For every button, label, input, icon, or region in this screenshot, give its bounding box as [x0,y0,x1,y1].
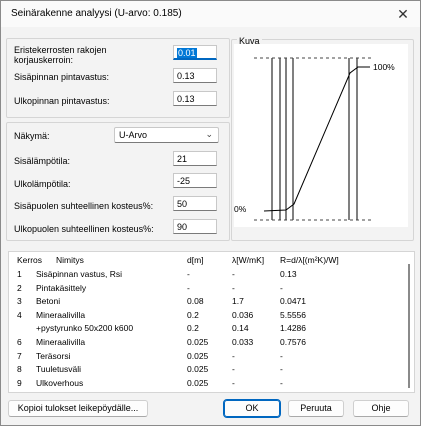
cell-d: 0.025 [187,364,209,375]
cell-kerros: 9 [17,377,22,388]
cell-r: - [280,282,283,293]
results-table: Kerros Nimitys d[m] λ[W/mK] R=d/λ[(m²K)/… [8,251,415,393]
cell-r: 0.7576 [280,337,306,347]
outer-resistance-label: Ulkopinnan pintavastus: [14,96,110,106]
chevron-down-icon: ⌄ [205,129,213,139]
cell-r: 5.5556 [280,309,306,320]
cell-lambda: 0.036 [232,309,254,320]
correction-value: 0.01 [177,48,197,58]
table-row[interactable]: +pystyrunko 50x200 k600 0.2 0.14 1.4286 [9,323,399,334]
outer-temp-input[interactable]: -25 [173,173,217,188]
header-r: R=d/λ[(m²K)/W] [280,255,339,265]
cell-lambda: - [232,364,235,375]
cell-nimitys: Pintakäsittely [36,282,87,293]
cell-d: 0.08 [187,296,204,307]
cell-d: 0.025 [187,337,209,347]
inner-temp-input[interactable]: 21 [173,151,217,166]
table-row[interactable]: 4 Mineraalivilla 0.2 0.036 5.5556 [9,310,399,321]
cancel-button[interactable]: Peruuta [288,400,344,417]
table-row[interactable]: 8 Tuuletusväli 0.025 - - [9,364,399,375]
cell-nimitys: +pystyrunko 50x200 k600 [36,323,134,334]
cell-lambda: - [232,269,235,279]
label-0-percent: 0% [234,204,247,214]
header-lambda: λ[W/mK] [232,255,265,265]
cell-d: - [187,269,190,279]
cell-kerros: 6 [17,337,22,347]
cell-kerros: 2 [17,282,22,293]
table-row[interactable]: 2 Pintakäsittely - - - [9,283,399,294]
inner-temp-label: Sisälämpötila: [14,156,71,166]
inner-resistance-input[interactable]: 0.13 [173,68,217,83]
view-select[interactable]: U-Arvo ⌄ [114,127,219,143]
header-d: d[m] [187,255,204,265]
table-header-row: Kerros Nimitys d[m] λ[W/mK] R=d/λ[(m²K)/… [9,255,399,266]
cell-lambda: - [232,377,235,388]
label-100-percent: 100% [373,62,395,72]
outer-rh-label: Ulkopuolen suhteellinen kosteus%: [14,224,154,234]
table-row[interactable]: 6 Mineraalivilla 0.025 0.033 0.7576 [9,337,399,348]
table-row[interactable]: 1 Sisäpinnan vastus, Rsi - - 0.13 [9,269,399,280]
cell-nimitys: Mineraalivilla [36,337,86,347]
cell-nimitys: Tuuletusväli [36,364,82,375]
cell-kerros: 3 [17,296,22,307]
cell-d: - [187,282,190,293]
cell-r: 0.0471 [280,296,306,307]
view-label: Näkymä: [14,131,50,141]
cell-kerros: 4 [17,309,22,320]
cell-nimitys: Teräsorsi [36,350,71,361]
view-select-value: U-Arvo [119,130,148,140]
cell-r: - [280,364,283,375]
cell-kerros: 1 [17,269,22,279]
inner-resistance-label: Sisäpinnan pintavastus: [14,72,110,82]
cell-r: - [280,377,283,388]
cell-d: 0.025 [187,350,209,361]
header-kerros: Kerros [17,255,43,265]
cell-d: 0.2 [187,309,199,320]
cell-r: 0.13 [280,269,297,279]
cell-r: - [280,350,283,361]
inner-rh-label: Sisäpuolen suhteellinen kosteus%: [14,201,154,211]
cell-lambda: 0.14 [232,323,249,334]
wall-diagram: 100% 0% [234,57,395,221]
cell-kerros: 7 [17,350,22,361]
wall-diagram-canvas: 100% 0% [234,44,408,227]
outer-rh-input[interactable]: 90 [173,219,217,234]
cell-nimitys: Betoni [36,296,61,307]
cell-lambda: 0.033 [232,337,254,347]
cell-lambda: - [232,282,235,293]
dialog-window: Seinärakenne analyysi (U-arvo: 0.185) ✕ … [0,0,421,426]
inner-rh-input[interactable]: 50 [173,196,217,211]
cell-nimitys: Mineraalivilla [36,309,86,320]
cell-d: 0.025 [187,377,209,388]
table-row[interactable]: 7 Teräsorsi 0.025 - - [9,351,399,362]
cell-nimitys: Ulkoverhous [36,377,84,388]
cell-lambda: 1.7 [232,296,244,307]
header-nimitys: Nimitys [56,255,84,265]
cell-d: 0.2 [187,323,199,334]
title-bar: Seinärakenne analyysi (U-arvo: 0.185) ✕ [1,1,420,27]
table-row[interactable]: 3 Betoni 0.08 1.7 0.0471 [9,296,399,307]
cell-r: 1.4286 [280,323,306,334]
cell-lambda: - [232,350,235,361]
copy-results-button[interactable]: Kopioi tulokset leikepöydälle... [8,400,148,417]
close-icon[interactable]: ✕ [392,4,414,24]
table-row[interactable]: 9 Ulkoverhous 0.025 - - [9,378,399,389]
cell-kerros: 8 [17,364,22,375]
outer-temp-label: Ulkolämpötila: [14,179,71,189]
outer-resistance-input[interactable]: 0.13 [173,91,217,106]
help-button[interactable]: Ohje [353,400,409,417]
ok-button[interactable]: OK [223,399,281,418]
correction-input[interactable]: 0.01 [173,45,217,60]
window-title: Seinärakenne analyysi (U-arvo: 0.185) [11,8,182,19]
correction-label: Eristekerrosten rakojen korjauskerroin: [14,45,107,65]
cell-nimitys: Sisäpinnan vastus, Rsi [36,269,122,279]
table-scrollbar[interactable] [408,264,410,388]
